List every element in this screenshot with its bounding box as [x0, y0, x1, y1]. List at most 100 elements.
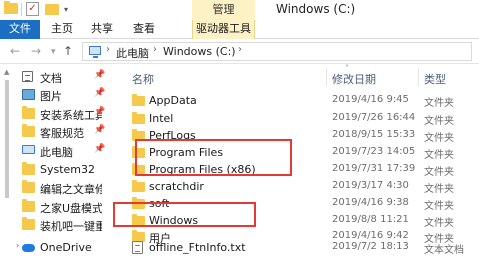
title-bar: ✓ ▾ 管理 Windows (C:) [0, 0, 479, 20]
nav-item-system32[interactable]: System32 [14, 161, 112, 179]
file-type: 文本文档 [424, 245, 464, 256]
highlight-box-program-files [135, 139, 292, 176]
file-name: offline_FtnInfo.txt [149, 241, 246, 254]
pin-icon: 📌 [94, 70, 106, 80]
highlight-box-windows [113, 202, 256, 227]
table-row[interactable]: Intel 2019/7/26 16:44 文件夹 [113, 110, 479, 128]
file-date: 2019/4/16 9:38 [332, 197, 409, 208]
folder-icon [132, 180, 145, 192]
folder-icon [4, 1, 18, 14]
toolbar-divider [21, 3, 22, 16]
column-divider[interactable] [326, 68, 327, 86]
new-folder-icon[interactable] [45, 4, 59, 15]
nav-item-label: 此电脑 [40, 146, 73, 159]
breadcrumb-this-pc[interactable]: 此电脑 [116, 45, 149, 61]
chevron-right-icon[interactable]: › [153, 44, 157, 55]
nav-item-label: 客服规范 [40, 127, 84, 140]
address-input[interactable]: › 此电脑 › Windows (C:) › [82, 42, 472, 61]
nav-item-install-tools[interactable]: 安装系统工具 📌 [14, 105, 112, 123]
nav-item-label: 文档 [40, 72, 62, 85]
folder-icon [22, 217, 35, 230]
file-type: 文件夹 [424, 218, 454, 229]
nav-item-article-edit[interactable]: 编辑之文章修改 [14, 179, 112, 197]
navigation-pane: ▲ 文档 📌 图片 📌 安装系统工具 📌 客服规范 📌 此电脑 📌 System… [0, 64, 113, 257]
onedrive-cloud-icon [22, 244, 35, 252]
folder-icon [22, 124, 35, 137]
file-type: 文件夹 [424, 98, 454, 109]
file-date: 2019/7/26 16:44 [332, 112, 416, 123]
pin-icon: 📌 [94, 144, 106, 154]
computer-icon [22, 145, 35, 154]
pin-icon: 📌 [94, 107, 106, 117]
breadcrumb-windows-c[interactable]: Windows (C:) [163, 45, 236, 58]
scroll-up-arrow-icon[interactable]: ▲ [4, 68, 9, 76]
file-date: 2019/4/16 9:45 [332, 94, 409, 105]
window-title: Windows (C:) [276, 2, 356, 16]
tab-view[interactable]: 查看 [130, 20, 158, 39]
chevron-right-icon[interactable]: › [106, 44, 110, 55]
file-name: AppData [149, 94, 197, 107]
recent-locations-chevron-icon[interactable]: ▾ [51, 47, 56, 57]
navigation-scrollbar[interactable]: ▲ [2, 64, 10, 257]
file-date: 2019/3/17 4:30 [332, 180, 409, 191]
pin-icon: 📌 [94, 88, 106, 98]
column-header-name[interactable]: 名称 [132, 71, 154, 87]
file-type: 文件夹 [424, 133, 454, 144]
tab-drive-tools[interactable]: 驱动器工具 [192, 20, 255, 39]
table-row[interactable]: AppData 2019/4/16 9:45 文件夹 [113, 92, 479, 110]
tab-share[interactable]: 共享 [88, 20, 116, 39]
up-arrow-icon[interactable]: ↑ [63, 44, 73, 58]
file-date: 2019/7/2 18:13 [332, 241, 409, 252]
column-header-date[interactable]: 修改日期 [332, 71, 376, 87]
properties-check-icon[interactable]: ✓ [26, 2, 39, 16]
nav-item-label: 图片 [40, 90, 62, 103]
file-type: 文件夹 [424, 116, 454, 127]
folder-icon [22, 199, 35, 212]
nav-item-label: 装机吧一键重装 [40, 220, 102, 233]
table-row[interactable]: offline_FtnInfo.txt 2019/7/2 18:13 文本文档 [113, 239, 479, 257]
file-name: Intel [149, 112, 174, 125]
column-header-row: ˄ 名称 修改日期 类型 [113, 64, 479, 88]
tab-file[interactable]: 文件 [0, 20, 40, 39]
file-date: 2019/8/8 11:21 [332, 214, 409, 225]
column-divider[interactable] [418, 68, 419, 86]
file-date: 2019/7/31 17:39 [332, 163, 416, 174]
file-type: 文件夹 [424, 184, 454, 195]
nav-item-this-pc[interactable]: 此电脑 📌 [14, 142, 112, 160]
folder-icon [22, 106, 35, 119]
file-type: 文件夹 [424, 150, 454, 161]
customize-quick-access-dropdown[interactable]: ▾ [64, 5, 68, 14]
file-type: 文件夹 [424, 167, 454, 178]
folder-icon [132, 94, 145, 106]
folder-icon [132, 112, 145, 124]
nav-item-onedrive[interactable]: › OneDrive [14, 239, 112, 257]
chevron-right-icon[interactable]: › [238, 44, 242, 55]
nav-item-service-rules[interactable]: 客服规范 📌 [14, 123, 112, 141]
address-bar-row: ← → ▾ ↑ › 此电脑 › Windows (C:) › [0, 39, 479, 64]
chevron-right-icon[interactable]: › [16, 241, 19, 250]
forward-arrow-icon[interactable]: → [31, 44, 41, 58]
text-file-icon [132, 241, 143, 254]
nav-item-usb-install[interactable]: 之家U盘模式装系 [14, 198, 112, 216]
nav-item-documents[interactable]: 文档 📌 [14, 68, 112, 86]
nav-item-label: System32 [40, 163, 96, 176]
file-date: 2018/9/15 15:33 [332, 129, 416, 140]
back-arrow-icon[interactable]: ← [10, 44, 20, 58]
file-name: scratchdir [149, 180, 204, 193]
document-icon [22, 71, 33, 82]
scrollbar-thumb[interactable] [5, 80, 9, 198]
nav-item-pictures[interactable]: 图片 📌 [14, 86, 112, 104]
column-header-type[interactable]: 类型 [424, 71, 446, 87]
nav-item-label: OneDrive [40, 241, 92, 254]
tab-home[interactable]: 主页 [48, 20, 76, 39]
table-row[interactable]: scratchdir 2019/3/17 4:30 文件夹 [113, 178, 479, 196]
file-date: 2019/7/23 14:05 [332, 146, 416, 157]
file-type: 文件夹 [424, 201, 454, 212]
folder-icon [22, 162, 35, 175]
nav-item-label: 之家U盘模式装系 [40, 202, 102, 215]
context-tab-group-label[interactable]: 管理 [192, 0, 255, 20]
nav-item-label: 编辑之文章修改 [40, 183, 102, 196]
nav-item-one-click-reinstall[interactable]: 装机吧一键重装 [14, 216, 112, 234]
picture-icon [22, 89, 35, 100]
pin-icon: 📌 [94, 125, 106, 135]
